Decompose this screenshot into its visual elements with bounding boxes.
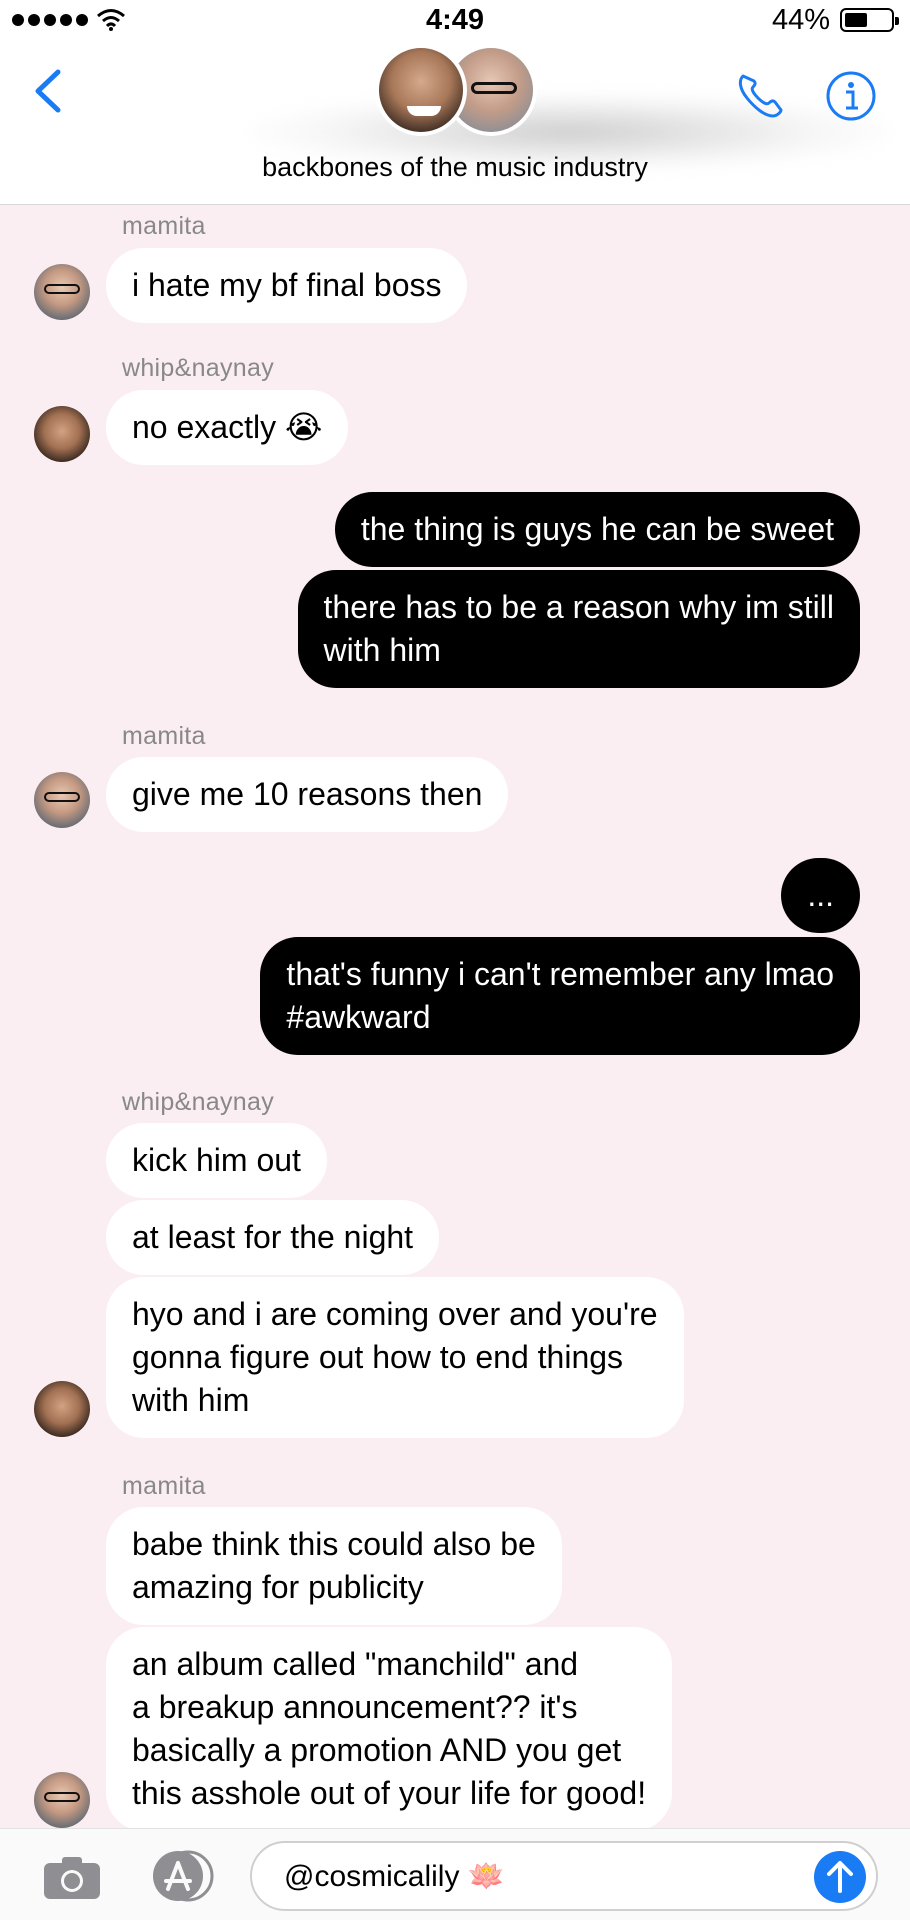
- message-input-text[interactable]: @cosmicalily 🪷: [284, 1859, 505, 1894]
- phone-icon[interactable]: [733, 68, 789, 124]
- message-bubble-outgoing[interactable]: that's funny i can't remember any lmao #…: [260, 937, 860, 1055]
- message-bubble-incoming[interactable]: no exactly 😭: [106, 390, 349, 465]
- group-title[interactable]: backbones of the music industry: [0, 152, 910, 183]
- message-bubble-incoming[interactable]: an album called "manchild" and a breakup…: [106, 1627, 673, 1831]
- avatar[interactable]: [34, 1772, 90, 1828]
- message-bubble-outgoing[interactable]: there has to be a reason why im still wi…: [297, 570, 860, 688]
- send-arrow-icon: [827, 1861, 853, 1893]
- message-bubble-outgoing[interactable]: the thing is guys he can be sweet: [334, 492, 860, 567]
- sender-name: mamita: [122, 212, 206, 240]
- message-bubble-incoming[interactable]: kick him out: [106, 1123, 327, 1198]
- group-avatar-whip[interactable]: [375, 44, 467, 136]
- avatar[interactable]: [34, 772, 90, 828]
- message-bubble-incoming[interactable]: at least for the night: [106, 1200, 440, 1275]
- conversation-header: 4:49 44% backbones of the music industry: [0, 0, 910, 205]
- message-bubble-incoming[interactable]: i hate my bf final boss: [106, 248, 468, 323]
- sender-name: mamita: [122, 1472, 206, 1500]
- send-button[interactable]: [814, 1851, 866, 1903]
- avatar[interactable]: [34, 264, 90, 320]
- message-bubble-outgoing[interactable]: ...: [781, 858, 860, 933]
- message-input[interactable]: @cosmicalily 🪷: [250, 1841, 878, 1911]
- avatar[interactable]: [34, 406, 90, 462]
- compose-bar: @cosmicalily 🪷: [0, 1828, 910, 1920]
- info-icon[interactable]: [825, 70, 877, 122]
- status-bar: 4:49 44%: [0, 0, 910, 40]
- message-bubble-incoming[interactable]: hyo and i are coming over and you're gon…: [106, 1277, 684, 1438]
- sender-name: whip&naynay: [122, 1088, 275, 1116]
- sender-name: mamita: [122, 722, 206, 750]
- message-bubble-incoming[interactable]: babe think this could also be amazing fo…: [106, 1507, 562, 1625]
- sender-name: whip&naynay: [122, 354, 275, 382]
- battery-icon: [840, 8, 899, 32]
- back-button[interactable]: [28, 66, 68, 116]
- message-bubble-incoming[interactable]: give me 10 reasons then: [106, 757, 509, 832]
- app-store-icon[interactable]: [146, 1849, 218, 1903]
- battery-percentage: 44%: [771, 4, 830, 36]
- camera-icon[interactable]: [42, 1853, 102, 1901]
- avatar[interactable]: [34, 1381, 90, 1437]
